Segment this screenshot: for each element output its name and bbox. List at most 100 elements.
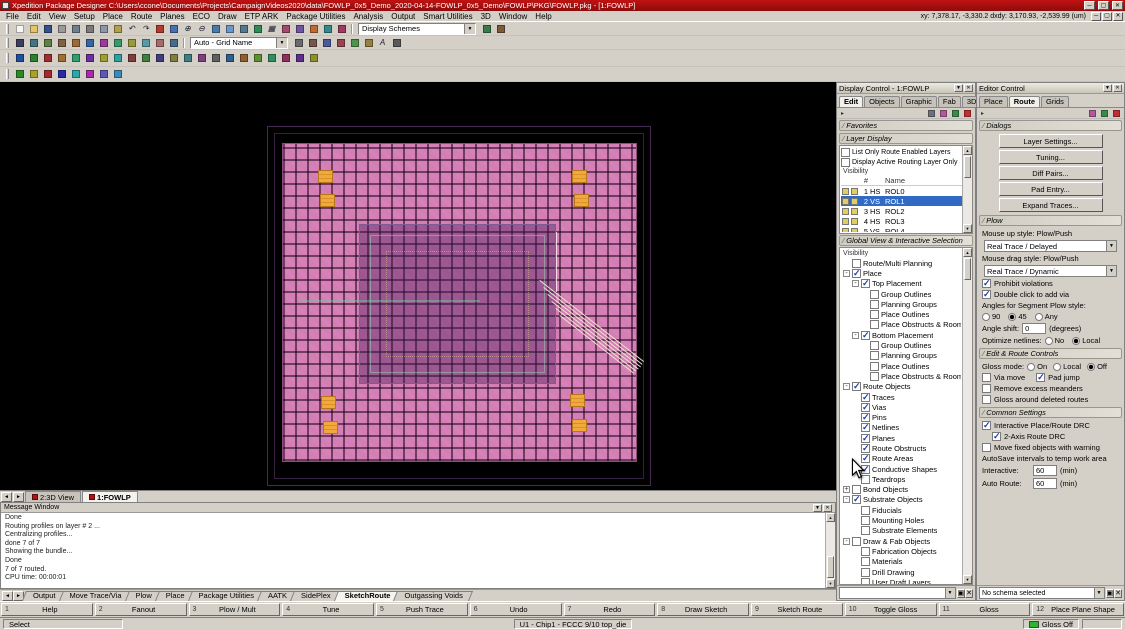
tree-item[interactable]: - Route Objects bbox=[841, 381, 961, 392]
scroll-up-icon[interactable]: ▲ bbox=[963, 248, 972, 257]
tree-item[interactable]: Group Outlines bbox=[841, 340, 961, 351]
tree-item[interactable]: Place Obstructs & Rooms bbox=[841, 371, 961, 381]
zoom-fit-icon[interactable] bbox=[209, 22, 222, 35]
redraw-icon[interactable] bbox=[251, 22, 264, 35]
probe-icon[interactable] bbox=[293, 52, 306, 64]
find-icon[interactable] bbox=[167, 22, 180, 35]
layer-row[interactable]: 5 VS ROL4 bbox=[841, 226, 971, 232]
tree-item[interactable]: Place Obstructs & Rooms bbox=[841, 320, 961, 330]
display-schemes-combo[interactable]: Display Schemes ▼ bbox=[358, 22, 476, 35]
visibility-checkbox[interactable] bbox=[852, 485, 861, 495]
remove-meanders-checkbox[interactable] bbox=[982, 384, 991, 393]
prohibit-violations-option[interactable]: Prohibit violations bbox=[980, 278, 1121, 289]
tree-item[interactable]: - Draw & Fab Objects bbox=[841, 536, 961, 546]
visibility-checkbox[interactable] bbox=[852, 258, 861, 268]
scroll-thumb[interactable] bbox=[964, 258, 971, 280]
menu-item[interactable]: File bbox=[2, 12, 23, 21]
visibility-checkbox[interactable] bbox=[861, 392, 870, 403]
favorites-section-header[interactable]: ∕ Favorites bbox=[839, 120, 973, 131]
step-macro-icon[interactable] bbox=[55, 68, 68, 80]
cross-section-icon[interactable] bbox=[307, 52, 320, 64]
info-icon[interactable] bbox=[111, 68, 124, 80]
dropdown-arrow-icon[interactable]: ▼ bbox=[1093, 588, 1104, 598]
dropdown-arrow-icon[interactable]: ▼ bbox=[276, 37, 287, 48]
tree-scrollbar[interactable]: ▲ ▼ bbox=[962, 248, 972, 584]
new-icon[interactable] bbox=[13, 22, 26, 35]
expander-icon[interactable]: - bbox=[843, 496, 850, 504]
scheme-combo[interactable]: ▼ bbox=[839, 587, 956, 599]
message-tab[interactable]: Move Trace/Via bbox=[61, 590, 131, 601]
visibility-checkbox[interactable] bbox=[852, 494, 861, 505]
fkey-button[interactable]: 5 Push Trace bbox=[376, 603, 468, 616]
dialog-button[interactable]: Expand Traces... bbox=[998, 198, 1103, 212]
sketch-route-icon[interactable] bbox=[41, 52, 54, 64]
select-icon[interactable] bbox=[13, 36, 26, 49]
display-control-tab[interactable]: Graphic bbox=[900, 96, 937, 107]
plot-icon[interactable] bbox=[69, 22, 82, 35]
add-plane-icon[interactable] bbox=[111, 36, 124, 49]
tree-item[interactable]: Materials bbox=[841, 557, 961, 567]
chevron-right-icon[interactable]: ▸ bbox=[839, 110, 846, 117]
scroll-thumb[interactable] bbox=[827, 556, 834, 578]
delete-scheme-icon[interactable]: ✕ bbox=[965, 588, 973, 598]
tree-item[interactable]: Fabrication Objects bbox=[841, 546, 961, 556]
gloss-radio-option[interactable]: Local bbox=[1053, 362, 1081, 371]
shield-icon[interactable] bbox=[139, 52, 152, 64]
visibility-checkbox[interactable] bbox=[852, 536, 861, 546]
expander-icon[interactable]: - bbox=[843, 383, 850, 391]
via-pattern-icon[interactable] bbox=[181, 52, 194, 64]
stitch-icon[interactable] bbox=[237, 52, 250, 64]
visibility-checkbox[interactable] bbox=[861, 402, 870, 413]
scheme-edit-icon[interactable] bbox=[494, 22, 507, 35]
visibility-checkbox[interactable] bbox=[861, 516, 870, 526]
dialog-button[interactable]: Tuning... bbox=[998, 150, 1103, 164]
wirebond-icon[interactable] bbox=[139, 36, 152, 49]
menu-item[interactable]: Help bbox=[531, 12, 555, 21]
global-view-section-header[interactable]: ∕ Global View & Interactive Selection bbox=[839, 235, 973, 246]
tree-item[interactable]: User Draft Layers bbox=[841, 577, 961, 584]
move-icon[interactable] bbox=[27, 36, 40, 49]
panel-close-button[interactable]: ✕ bbox=[1113, 84, 1122, 92]
visibility-checkbox[interactable] bbox=[861, 422, 870, 433]
dialog-button[interactable]: Pad Entry... bbox=[998, 182, 1103, 196]
tree-item[interactable]: Route/Multi Planning bbox=[841, 258, 961, 268]
align-icon[interactable] bbox=[167, 36, 180, 49]
visibility-checkbox[interactable] bbox=[870, 289, 879, 299]
panel-close-button[interactable]: ✕ bbox=[964, 84, 973, 92]
tree-item[interactable]: Substrate Elements bbox=[841, 526, 961, 536]
dialog-button[interactable]: Layer Settings... bbox=[998, 134, 1103, 148]
layer-row[interactable]: 4 HS ROL3 bbox=[841, 216, 971, 226]
plow-section-header[interactable]: ∕ Plow bbox=[979, 215, 1122, 226]
play-macro-icon[interactable] bbox=[13, 68, 26, 80]
expander-icon[interactable]: - bbox=[852, 331, 859, 339]
visibility-checkbox[interactable] bbox=[861, 278, 870, 289]
fkey-button[interactable]: 10 Toggle Gloss bbox=[844, 603, 937, 616]
pour-icon[interactable] bbox=[223, 52, 236, 64]
editor-control-tab[interactable]: Route bbox=[1008, 96, 1041, 107]
tree-item[interactable]: Planning Groups bbox=[841, 351, 961, 361]
tree-item[interactable]: Pins bbox=[841, 412, 961, 423]
message-window-close-button[interactable]: ✕ bbox=[823, 503, 832, 512]
visibility-checkbox[interactable] bbox=[861, 526, 870, 536]
tree-item[interactable]: Place Outlines bbox=[841, 361, 961, 371]
stop-macro-icon[interactable] bbox=[41, 68, 54, 80]
view-scroll-right-button[interactable]: ► bbox=[13, 492, 24, 502]
push-icon[interactable] bbox=[69, 36, 82, 49]
visibility-checkbox[interactable] bbox=[870, 351, 879, 361]
expander-icon[interactable]: + bbox=[843, 486, 850, 494]
layers-icon[interactable] bbox=[293, 22, 306, 35]
mdi-close-button[interactable]: ✕ bbox=[1113, 11, 1123, 21]
meander-icon[interactable] bbox=[167, 52, 180, 64]
plane-fill-icon[interactable] bbox=[195, 52, 208, 64]
visibility-checkbox[interactable] bbox=[870, 361, 879, 371]
menu-item[interactable]: ETP ARK bbox=[241, 12, 283, 21]
layer-row[interactable]: 2 VS ROL1 bbox=[841, 196, 971, 206]
move-fixed-option[interactable]: Move fixed objects with warning bbox=[980, 442, 1121, 453]
corner-pad[interactable] bbox=[572, 419, 587, 432]
expander-icon[interactable]: - bbox=[843, 537, 850, 545]
pan-icon[interactable] bbox=[237, 22, 250, 35]
tree-item[interactable]: Netlines bbox=[841, 422, 961, 433]
scroll-thumb[interactable] bbox=[964, 156, 971, 178]
filter-icon[interactable] bbox=[926, 108, 937, 118]
message-tab[interactable]: Package Utilities bbox=[190, 590, 263, 601]
